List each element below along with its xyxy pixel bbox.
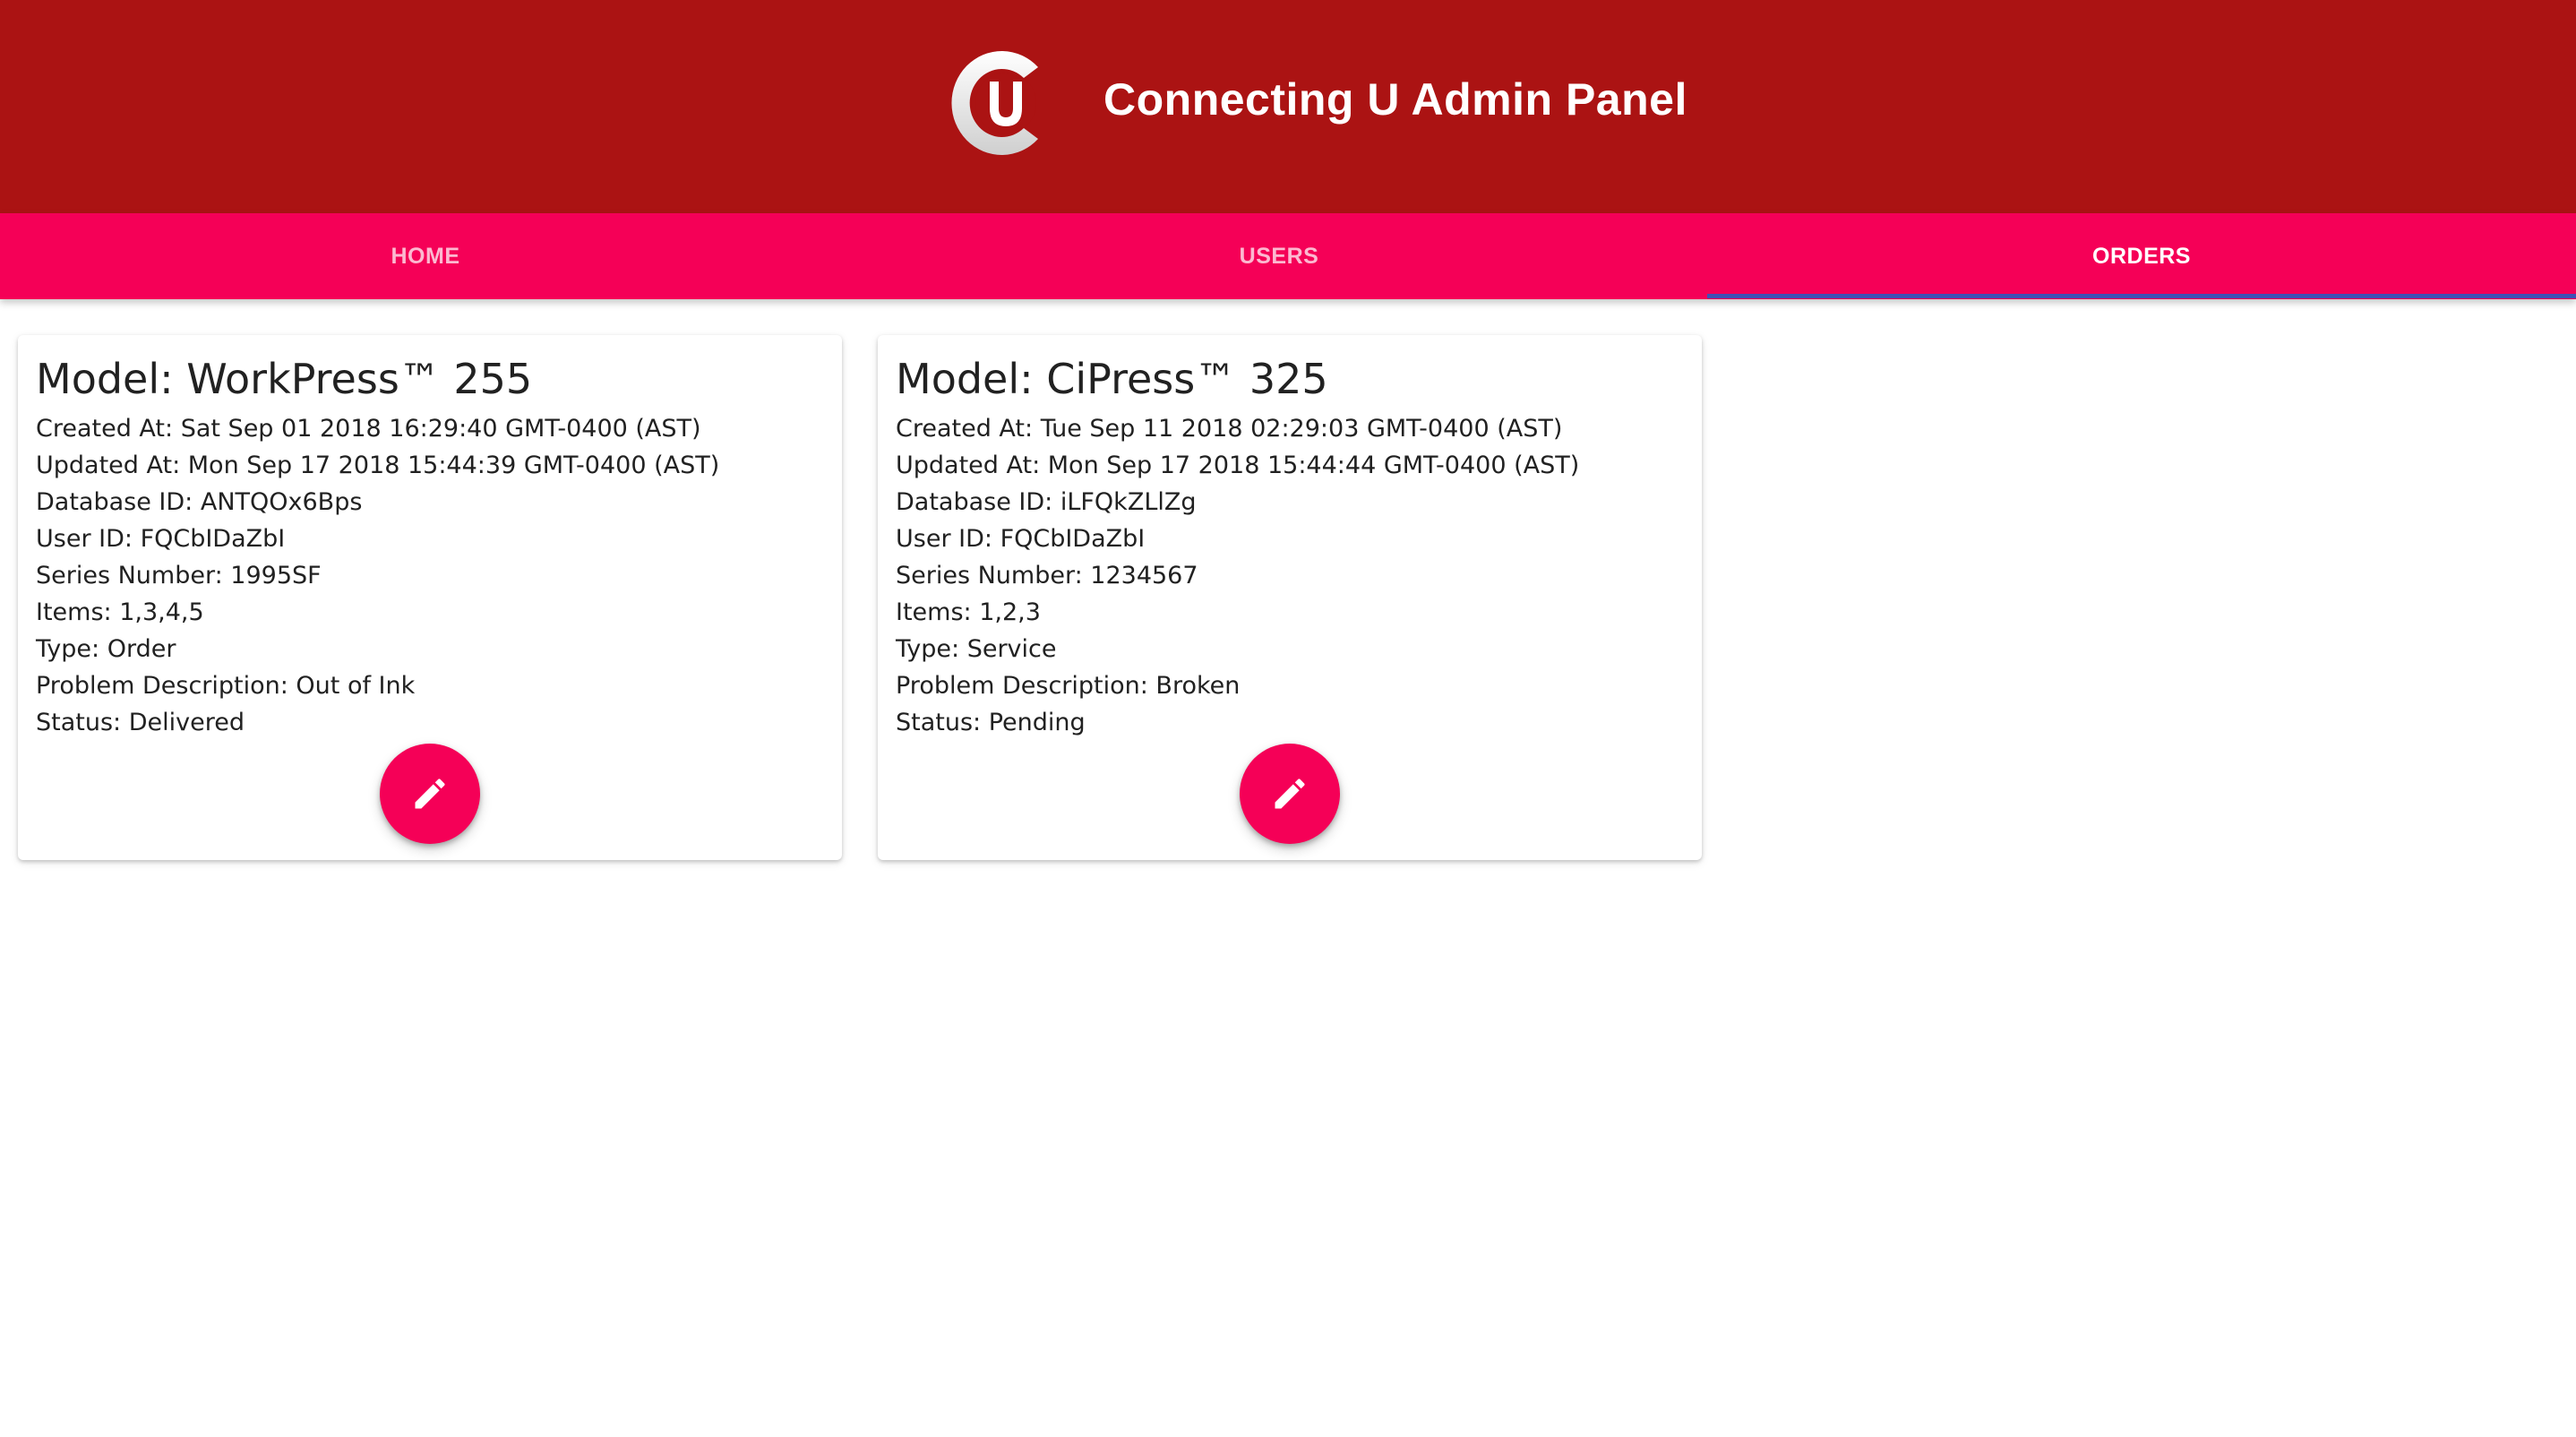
series-number-line: Series Number: 1995SF [36, 557, 719, 594]
status-line: Status: Delivered [36, 704, 719, 741]
field-label: Type: [36, 635, 107, 663]
field-label: Status: [36, 709, 129, 736]
type-value: Service [966, 635, 1057, 663]
field-label: Problem Description: [896, 672, 1156, 700]
edit-order-button[interactable] [380, 744, 480, 844]
tab-orders[interactable]: ORDERS [1707, 213, 2576, 299]
database-id-value: iLFQkZLlZg [1060, 488, 1197, 516]
field-label: Series Number: [36, 562, 231, 589]
field-label: Updated At: [896, 452, 1048, 479]
created-at-value: Tue Sep 11 2018 02:29:03 GMT-0400 (AST) [1040, 415, 1563, 443]
field-label: Created At: [896, 415, 1041, 443]
updated-at-line: Updated At: Mon Sep 17 2018 15:44:39 GMT… [36, 447, 719, 484]
app-title: Connecting U Admin Panel [1103, 74, 1687, 125]
created-at-line: Created At: Sat Sep 01 2018 16:29:40 GMT… [36, 410, 719, 447]
type-line: Type: Service [896, 631, 1579, 667]
field-label: User ID: [896, 525, 1000, 553]
user-id-value: FQCbIDaZbI [1000, 525, 1146, 553]
series-number-value: 1234567 [1090, 562, 1198, 589]
items-line: Items: 1,2,3 [896, 594, 1579, 631]
items-line: Items: 1,3,4,5 [36, 594, 719, 631]
field-label: Items: [36, 598, 120, 626]
database-id-value: ANTQOx6Bps [200, 488, 363, 516]
field-label: Created At: [36, 415, 181, 443]
series-number-line: Series Number: 1234567 [896, 557, 1579, 594]
problem-description-value: Out of Ink [296, 672, 416, 700]
field-label: Updated At: [36, 452, 188, 479]
active-tab-indicator [1707, 294, 2576, 298]
user-id-value: FQCbIDaZbI [140, 525, 286, 553]
field-label: Problem Description: [36, 672, 296, 700]
status-value: Pending [988, 709, 1086, 736]
field-label: Series Number: [896, 562, 1091, 589]
problem-description-line: Problem Description: Out of Ink [36, 667, 719, 704]
pencil-icon [1275, 779, 1305, 809]
field-label: Items: [896, 598, 980, 626]
field-label: Database ID: [896, 488, 1060, 516]
field-label: Status: [896, 709, 989, 736]
order-card: Model: CiPress™ 325 Created At: Tue Sep … [878, 335, 1702, 860]
updated-at-line: Updated At: Mon Sep 17 2018 15:44:44 GMT… [896, 447, 1579, 484]
order-details: Created At: Sat Sep 01 2018 16:29:40 GMT… [36, 410, 719, 741]
tab-users[interactable]: USERS [851, 213, 1707, 299]
connecting-u-logo [951, 50, 1038, 155]
series-number-value: 1995SF [230, 562, 322, 589]
status-line: Status: Pending [896, 704, 1579, 741]
field-label: Database ID: [36, 488, 201, 516]
order-model-title: Model: CiPress™ 325 [896, 355, 1328, 403]
updated-at-value: Mon Sep 17 2018 15:44:39 GMT-0400 (AST) [187, 452, 720, 479]
user-id-line: User ID: FQCbIDaZbI [36, 521, 719, 557]
updated-at-value: Mon Sep 17 2018 15:44:44 GMT-0400 (AST) [1047, 452, 1580, 479]
type-line: Type: Order [36, 631, 719, 667]
database-id-line: Database ID: iLFQkZLlZg [896, 484, 1579, 521]
items-value: 1,3,4,5 [119, 598, 204, 626]
status-value: Delivered [128, 709, 245, 736]
created-at-value: Sat Sep 01 2018 16:29:40 GMT-0400 (AST) [180, 415, 701, 443]
order-card: Model: WorkPress™ 255 Created At: Sat Se… [18, 335, 842, 860]
problem-description-line: Problem Description: Broken [896, 667, 1579, 704]
created-at-line: Created At: Tue Sep 11 2018 02:29:03 GMT… [896, 410, 1579, 447]
order-model-title: Model: WorkPress™ 255 [36, 355, 533, 403]
tab-home[interactable]: HOME [0, 213, 851, 299]
field-label: User ID: [36, 525, 141, 553]
edit-order-button[interactable] [1240, 744, 1340, 844]
field-label: Type: [896, 635, 967, 663]
problem-description-value: Broken [1155, 672, 1241, 700]
pencil-icon [415, 779, 445, 809]
user-id-line: User ID: FQCbIDaZbI [896, 521, 1579, 557]
tab-bar: HOME USERS ORDERS [0, 213, 2576, 299]
items-value: 1,2,3 [979, 598, 1041, 626]
type-value: Order [107, 635, 176, 663]
database-id-line: Database ID: ANTQOx6Bps [36, 484, 719, 521]
order-details: Created At: Tue Sep 11 2018 02:29:03 GMT… [896, 410, 1579, 741]
app-header: Connecting U Admin Panel [0, 0, 2576, 213]
